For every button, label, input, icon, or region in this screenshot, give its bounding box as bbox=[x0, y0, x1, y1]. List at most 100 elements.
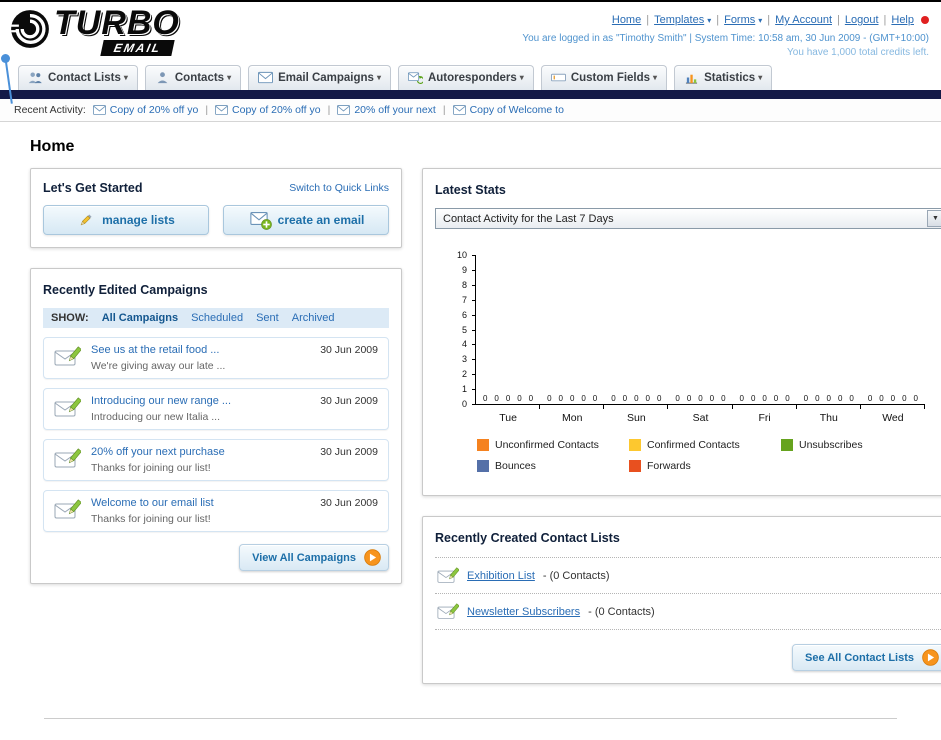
contact-list-link[interactable]: Newsletter Subscribers bbox=[467, 606, 580, 618]
campaign-title-link[interactable]: 20% off your next purchase bbox=[91, 446, 310, 458]
recent-activity-label: Recent Activity: bbox=[14, 104, 86, 116]
tab-custom-fields[interactable]: Custom Fields ▾ bbox=[540, 65, 668, 90]
tab-contact-lists[interactable]: Contact Lists ▾ bbox=[18, 65, 138, 90]
y-axis-tick bbox=[472, 329, 476, 331]
caret-down-icon: ▾ bbox=[758, 73, 763, 82]
chart-category-group: 0 0 0 0 0 Tue bbox=[476, 255, 541, 424]
recent-activity-item: Copy of 20% off yo bbox=[215, 104, 321, 116]
caret-down-icon: ▾ bbox=[376, 73, 381, 82]
tab-autoresponders[interactable]: Autoresponders ▾ bbox=[397, 65, 534, 90]
contact-activity-chart: 0 0 0 0 0 Tue 0 0 0 0 0 Mon 0 0 0 0 0 Sun 0 0 0 0 0 Sat 0 0 0 0 0 Fri… bbox=[457, 251, 925, 424]
separator bbox=[443, 104, 446, 116]
legend-swatch bbox=[629, 439, 641, 451]
filter-archived[interactable]: Archived bbox=[292, 312, 335, 324]
arrow-circle-icon bbox=[922, 649, 939, 666]
y-axis-tick bbox=[472, 344, 476, 346]
switch-quick-links-link[interactable]: Switch to Quick Links bbox=[289, 182, 389, 194]
logo-sub-text: EMAIL bbox=[100, 40, 176, 57]
value-label: 0 bbox=[739, 394, 744, 403]
view-all-campaigns-label: View All Campaigns bbox=[252, 551, 356, 564]
tab-label: Contact Lists bbox=[48, 71, 121, 84]
value-label: 0 bbox=[581, 394, 586, 403]
nav-accent-bar bbox=[0, 90, 941, 99]
recent-activity-link[interactable]: Copy of 20% off yo bbox=[232, 104, 321, 116]
y-axis-tick bbox=[472, 314, 476, 316]
select-dropdown-button[interactable]: ▼ bbox=[927, 210, 941, 227]
filter-sent[interactable]: Sent bbox=[256, 312, 279, 324]
y-axis-label: 8 bbox=[461, 279, 467, 290]
x-axis-tick bbox=[731, 405, 733, 409]
value-labels: 00000 bbox=[861, 394, 925, 403]
see-all-contact-lists-label: See All Contact Lists bbox=[804, 651, 914, 664]
logo: TURBO EMAIL bbox=[10, 4, 270, 58]
value-label: 0 bbox=[698, 394, 703, 403]
tab-email-campaigns[interactable]: Email Campaigns ▾ bbox=[248, 65, 391, 90]
x-axis-label: Sat bbox=[692, 412, 709, 424]
value-label: 0 bbox=[634, 394, 639, 403]
y-axis-tick bbox=[472, 299, 476, 301]
x-axis-tick bbox=[667, 405, 669, 409]
contact-list-row: Exhibition List - (0 Contacts) bbox=[435, 558, 941, 594]
view-all-campaigns-button[interactable]: View All Campaigns bbox=[239, 544, 389, 571]
envelope-plus-icon bbox=[248, 212, 270, 228]
campaign-row: Welcome to our email list Thanks for joi… bbox=[43, 490, 389, 532]
legend-swatch bbox=[477, 460, 489, 472]
caret-down-icon: ▾ bbox=[758, 15, 763, 25]
create-email-button[interactable]: create an email bbox=[223, 205, 389, 235]
x-axis-tick bbox=[539, 405, 541, 409]
campaign-title-link[interactable]: Welcome to our email list bbox=[91, 497, 310, 509]
contact-list-count: - (0 Contacts) bbox=[542, 569, 610, 582]
y-axis-tick bbox=[472, 284, 476, 286]
separator bbox=[716, 14, 719, 26]
campaign-title-link[interactable]: Introducing our new range ... bbox=[91, 395, 310, 407]
top-link-forms[interactable]: Forms bbox=[724, 14, 755, 26]
legend-label: Unsubscribes bbox=[799, 439, 863, 451]
legend-swatch bbox=[477, 439, 489, 451]
stats-panel: Latest Stats Contact Activity for the La… bbox=[422, 168, 941, 496]
campaign-row: See us at the retail food ... We're givi… bbox=[43, 337, 389, 379]
value-labels: 00000 bbox=[476, 394, 540, 403]
top-link-home[interactable]: Home bbox=[612, 14, 641, 26]
top-link-help[interactable]: Help bbox=[891, 14, 914, 26]
stats-title: Latest Stats bbox=[435, 183, 506, 197]
top-link-my-account[interactable]: My Account bbox=[775, 14, 832, 26]
tab-contacts[interactable]: Contacts ▾ bbox=[144, 65, 242, 90]
page-title: Home bbox=[30, 138, 75, 155]
manage-lists-button[interactable]: manage lists bbox=[43, 205, 209, 235]
statistics-icon bbox=[684, 71, 699, 84]
header: TURBO EMAIL Home Templates▾ Forms▾ My Ac… bbox=[0, 2, 941, 60]
logo-main-text: TURBO bbox=[54, 4, 180, 42]
value-label: 0 bbox=[505, 394, 511, 403]
recent-activity-link[interactable]: Copy of Welcome to bbox=[470, 104, 564, 116]
see-all-contact-lists-button[interactable]: See All Contact Lists bbox=[791, 644, 941, 671]
y-axis-label: 4 bbox=[461, 339, 467, 350]
envelope-icon bbox=[337, 105, 350, 115]
campaign-title-link[interactable]: See us at the retail food ... bbox=[91, 344, 310, 356]
value-label: 0 bbox=[890, 394, 896, 403]
top-link-logout[interactable]: Logout bbox=[845, 14, 879, 26]
filter-all-campaigns[interactable]: All Campaigns bbox=[102, 312, 178, 324]
value-label: 0 bbox=[645, 394, 650, 403]
chart-groups: 0 0 0 0 0 Tue 0 0 0 0 0 Mon 0 0 0 0 0 Sun 0 0 0 0 0 Sat 0 0 0 0 0 Fri… bbox=[476, 255, 925, 424]
legend-item: Confirmed Contacts bbox=[629, 439, 781, 451]
recent-activity-link[interactable]: 20% off your next bbox=[354, 104, 436, 116]
x-axis-label: Thu bbox=[819, 412, 838, 424]
contact-list-row: Newsletter Subscribers - (0 Contacts) bbox=[435, 594, 941, 630]
y-axis-label: 0 bbox=[461, 399, 467, 409]
filter-scheduled[interactable]: Scheduled bbox=[191, 312, 243, 324]
value-label: 0 bbox=[803, 394, 809, 403]
top-link-templates[interactable]: Templates bbox=[654, 14, 704, 26]
stats-range-select[interactable]: Contact Activity for the Last 7 Days ▼ bbox=[435, 208, 941, 229]
legend-swatch bbox=[629, 460, 641, 472]
campaign-subtitle: Introducing our new Italia ... bbox=[91, 411, 220, 423]
chart-category-group: 0 0 0 0 0 Sat bbox=[668, 255, 733, 424]
chart-category-group: 0 0 0 0 0 Thu bbox=[797, 255, 861, 424]
campaign-subtitle: Thanks for joining our list! bbox=[91, 513, 211, 525]
tab-statistics[interactable]: Statistics ▾ bbox=[674, 65, 773, 90]
y-axis-label: 1 bbox=[461, 384, 467, 395]
chart-category-group: 0 0 0 0 0 Mon bbox=[540, 255, 605, 424]
contact-list-link[interactable]: Exhibition List bbox=[467, 570, 535, 582]
legend-label: Forwards bbox=[647, 460, 691, 472]
value-label: 0 bbox=[611, 394, 616, 403]
recent-activity-link[interactable]: Copy of 20% off yo bbox=[110, 104, 199, 116]
